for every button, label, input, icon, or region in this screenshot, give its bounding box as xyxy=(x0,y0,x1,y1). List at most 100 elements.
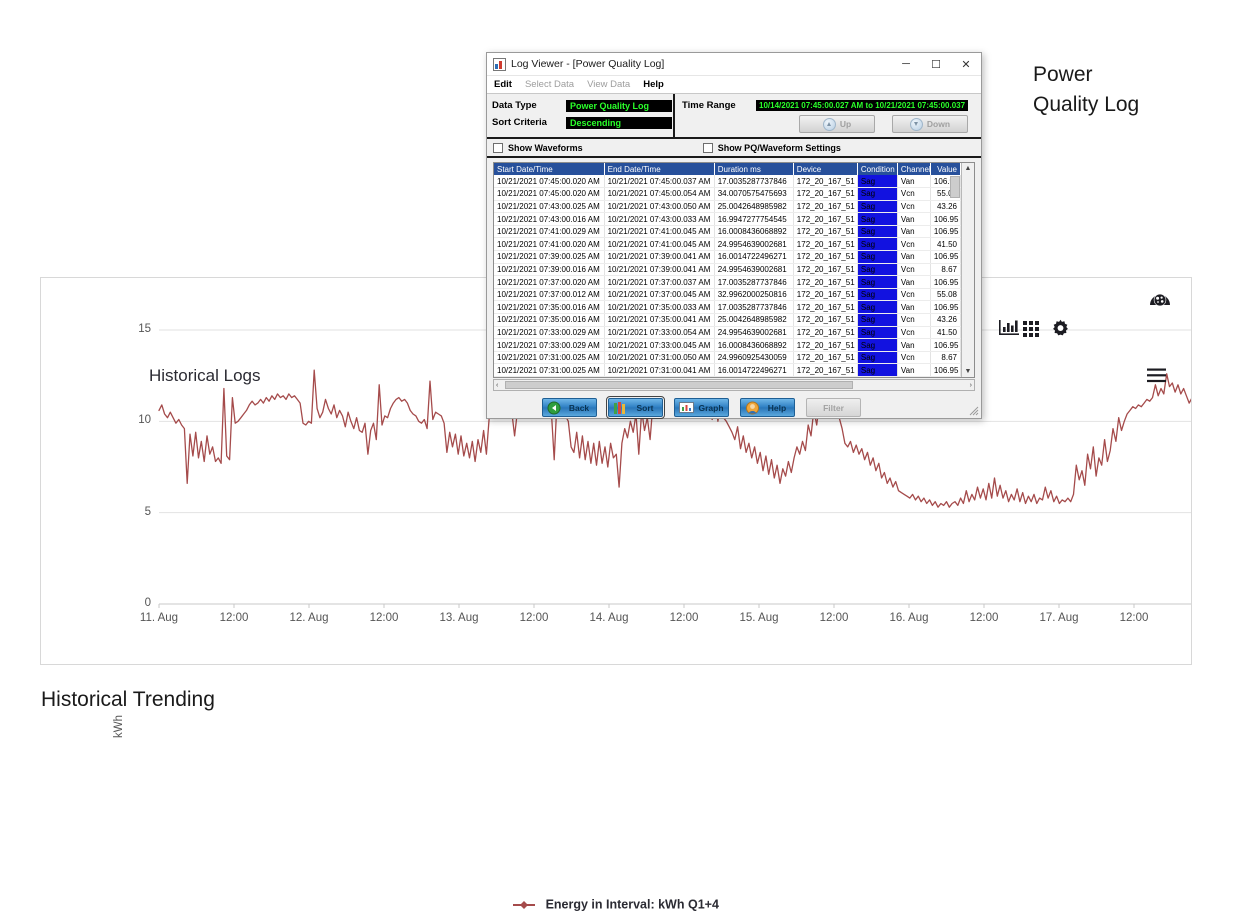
sort-button[interactable]: Sort xyxy=(606,396,665,419)
table-row[interactable]: 10/21/2021 07:39:00.016 AM 10/21/2021 07:… xyxy=(494,263,961,277)
table-cell: 10/21/2021 07:33:00.029 AM xyxy=(494,326,605,340)
horizontal-scrollbar-thumb[interactable] xyxy=(505,381,853,389)
table-cell: 10/21/2021 07:29:00.054 AM xyxy=(604,376,715,377)
data-type-panel: Data Type Power Quality Log Sort Criteri… xyxy=(487,94,675,137)
x-axis-tick-label: 11. Aug xyxy=(139,612,179,624)
table-cell: 25.0042648985982 xyxy=(714,200,794,214)
bar-chart-icon[interactable] xyxy=(999,319,1020,342)
table-cell: 34.0070575475693 xyxy=(714,376,794,377)
window-title-bar[interactable]: Log Viewer - [Power Quality Log] ─ ☐ ✕ xyxy=(487,53,981,76)
table-cell: 106.95 xyxy=(930,300,961,315)
table-row[interactable]: 10/21/2021 07:31:00.025 AM 10/21/2021 07:… xyxy=(494,351,961,365)
power-quality-log-caption: Power Quality Log xyxy=(1033,60,1223,120)
back-arrow-icon xyxy=(547,401,562,415)
data-type-value[interactable]: Power Quality Log xyxy=(566,99,672,112)
up-button[interactable]: Up xyxy=(799,115,875,133)
table-row[interactable]: 10/21/2021 07:33:00.029 AM 10/21/2021 07:… xyxy=(494,326,961,340)
sort-books-icon xyxy=(613,401,628,415)
table-cell: Van xyxy=(897,212,931,226)
table-cell: 10/21/2021 07:35:00.016 AM xyxy=(494,313,605,327)
table-cell: 24.9960925430059 xyxy=(714,351,794,365)
table-row[interactable]: 10/21/2021 07:43:00.016 AM 10/21/2021 07:… xyxy=(494,212,961,226)
table-row[interactable]: 10/21/2021 07:37:00.012 AM 10/21/2021 07:… xyxy=(494,288,961,302)
hamburger-menu-icon[interactable] xyxy=(1147,368,1166,388)
menu-item-view-data[interactable]: View Data xyxy=(587,79,630,90)
y-axis-tick-label: 5 xyxy=(144,505,151,518)
pq-log-table[interactable]: Start Date/Time End Date/Time Duration ms D… xyxy=(494,163,961,377)
table-row[interactable]: 10/21/2021 07:35:00.016 AM 10/21/2021 07:… xyxy=(494,313,961,327)
table-row[interactable]: 10/21/2021 07:33:00.029 AM 10/21/2021 07:… xyxy=(494,338,961,352)
table-row[interactable]: 10/21/2021 07:35:00.016 AM 10/21/2021 07:… xyxy=(494,300,961,315)
table-column-header[interactable]: Value xyxy=(930,163,961,175)
vertical-scrollbar-thumb[interactable] xyxy=(950,176,960,198)
horizontal-scrollbar[interactable]: ‹ › xyxy=(493,379,975,391)
x-axis-tick-label: 12:00 xyxy=(669,612,699,624)
filter-button-label: Filter xyxy=(823,402,844,413)
x-axis-tick-label: 14. Aug xyxy=(589,612,629,624)
table-column-header[interactable]: Channel xyxy=(897,163,931,175)
x-axis-tick-label: 12:00 xyxy=(369,612,399,624)
table-column-header[interactable]: Duration ms xyxy=(714,163,794,175)
table-cell: 172_20_167_51 xyxy=(793,275,858,289)
minimize-icon[interactable]: ─ xyxy=(891,53,921,75)
show-waveforms-checkbox[interactable] xyxy=(493,142,503,153)
help-button-label: Help xyxy=(767,402,787,413)
legend-label: Energy in Interval: kWh Q1+4 xyxy=(545,897,719,912)
table-cell: Van xyxy=(897,275,931,289)
back-button[interactable]: Back xyxy=(542,398,597,417)
log-viewer-window: Log Viewer - [Power Quality Log] ─ ☐ ✕ E… xyxy=(486,52,982,419)
table-column-header[interactable]: End Date/Time xyxy=(604,163,715,175)
options-row: Show Waveforms Show PQ/Waveform Settings xyxy=(487,139,981,158)
table-column-header[interactable]: Condition xyxy=(857,163,898,175)
down-button[interactable]: Down xyxy=(892,115,968,133)
scroll-up-icon[interactable]: ▲ xyxy=(965,163,972,174)
table-row[interactable]: 10/21/2021 07:41:00.029 AM 10/21/2021 07:… xyxy=(494,225,961,239)
table-cell: 10/21/2021 07:39:00.041 AM xyxy=(604,250,715,264)
table-cell: 172_20_167_51 xyxy=(793,250,858,264)
grid-icon[interactable] xyxy=(1023,321,1041,342)
menu-item-select-data[interactable]: Select Data xyxy=(525,79,574,90)
x-axis-tick-label: 12:00 xyxy=(1119,612,1149,624)
table-cell: 10/21/2021 07:31:00.025 AM xyxy=(494,363,605,377)
time-range-label: Time Range xyxy=(682,100,736,111)
show-pq-waveform-settings-checkbox[interactable] xyxy=(702,142,713,153)
table-row[interactable]: 10/21/2021 07:43:00.025 AM 10/21/2021 07:… xyxy=(494,200,961,214)
table-cell: 10/21/2021 07:37:00.037 AM xyxy=(604,275,715,289)
x-axis-tick-label: 12:00 xyxy=(969,612,999,624)
x-axis-tick-marks xyxy=(158,604,1135,608)
table-row[interactable]: 10/21/2021 07:37:00.020 AM 10/21/2021 07:… xyxy=(494,275,961,289)
scroll-right-icon[interactable]: › xyxy=(968,382,974,389)
table-cell: 10/21/2021 07:31:00.050 AM xyxy=(604,351,715,365)
table-row[interactable]: 10/21/2021 07:41:00.020 AM 10/21/2021 07:… xyxy=(494,237,961,252)
table-column-header[interactable]: Device xyxy=(793,163,858,175)
gauge-icon[interactable] xyxy=(1148,288,1172,313)
table-cell: Sag xyxy=(857,300,898,315)
scroll-left-icon[interactable]: ‹ xyxy=(494,382,500,389)
table-row[interactable]: 10/21/2021 07:29:00.020 AM10/21/2021 07:… xyxy=(494,376,961,377)
x-axis-tick-label: 12:00 xyxy=(819,612,849,624)
close-icon[interactable]: ✕ xyxy=(951,53,981,75)
table-column-header[interactable]: Start Date/Time xyxy=(494,163,605,175)
menu-item-help[interactable]: Help xyxy=(643,79,664,90)
table-cell: Sag xyxy=(857,237,898,252)
table-row[interactable]: 10/21/2021 07:39:00.025 AM 10/21/2021 07:… xyxy=(494,250,961,264)
help-button[interactable]: Help xyxy=(740,398,795,417)
graph-button[interactable]: Graph xyxy=(674,398,729,417)
scroll-down-icon[interactable]: ▼ xyxy=(965,366,972,377)
resize-grip-icon[interactable] xyxy=(969,406,979,416)
gear-icon[interactable] xyxy=(1051,319,1070,343)
filter-button: Filter xyxy=(806,398,861,417)
sort-criteria-value[interactable]: Descending xyxy=(566,116,672,129)
table-cell: 106.95 xyxy=(930,338,961,352)
table-cell: 106.95 xyxy=(930,225,961,239)
sort-button-label: Sort xyxy=(636,402,654,413)
maximize-icon[interactable]: ☐ xyxy=(921,53,951,75)
table-row[interactable]: 10/21/2021 07:45:00.020 AM 10/21/2021 07:… xyxy=(494,187,961,201)
y-axis-tick-label: 10 xyxy=(138,414,151,427)
vertical-scrollbar[interactable]: ▲ ▼ xyxy=(961,163,974,377)
table-cell: 10/21/2021 07:41:00.045 AM xyxy=(604,225,715,239)
menu-item-edit[interactable]: Edit xyxy=(494,79,512,90)
time-range-value[interactable]: 10/14/2021 07:45:00.027 AM to 10/21/2021… xyxy=(756,100,969,111)
table-row[interactable]: 10/21/2021 07:45:00.020 AM 10/21/2021 07:… xyxy=(494,175,961,189)
table-row[interactable]: 10/21/2021 07:31:00.025 AM 10/21/2021 07:… xyxy=(494,363,961,377)
